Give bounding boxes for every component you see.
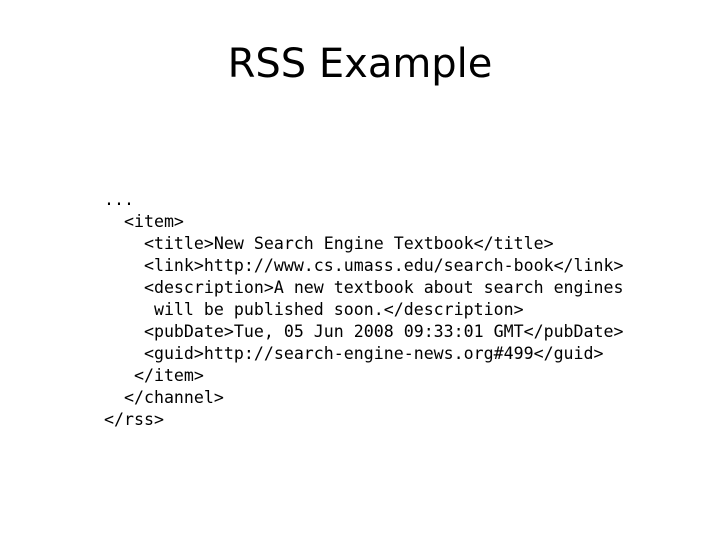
code-line: </rss> [104,409,164,429]
code-line: </item> [104,365,204,385]
rss-code-block: ... <item> <title>New Search Engine Text… [104,189,704,431]
code-line: </channel> [104,387,224,407]
code-line: will be published soon.</description> [104,299,524,319]
code-line: <item> [104,211,184,231]
code-line: <title>New Search Engine Textbook</title… [104,233,554,253]
code-line: <description>A new textbook about search… [104,277,624,297]
code-line: ... [104,189,134,209]
rss-code-content: ... <item> <title>New Search Engine Text… [104,189,704,431]
code-line: <pubDate>Tue, 05 Jun 2008 09:33:01 GMT</… [104,321,624,341]
slide: RSS Example ... <item> <title>New Search… [0,0,720,540]
page-title: RSS Example [227,41,493,87]
code-line: <link>http://www.cs.umass.edu/search-boo… [104,255,624,275]
code-line: <guid>http://search-engine-news.org#499<… [104,343,604,363]
